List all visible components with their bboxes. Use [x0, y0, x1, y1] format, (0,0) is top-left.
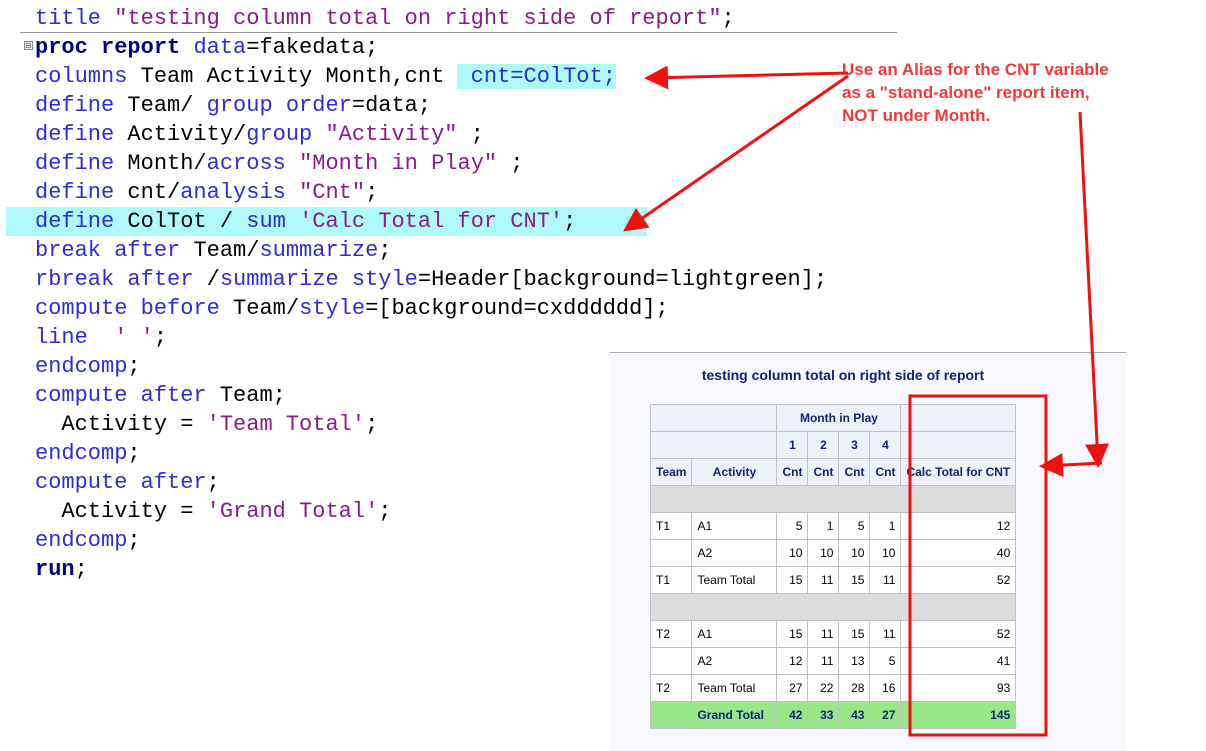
annotation-overlay: [623, 65, 1110, 737]
arrow-down: [1078, 111, 1110, 468]
arrow-to-define: [623, 74, 849, 232]
arrow-to-alias: [644, 65, 849, 90]
highlight-box: [908, 394, 1048, 737]
arrow-to-header: [1039, 453, 1103, 478]
